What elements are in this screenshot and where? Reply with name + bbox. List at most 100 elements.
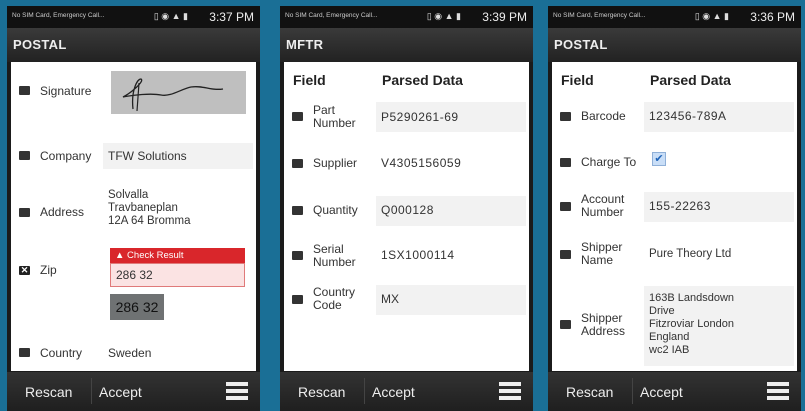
list-item[interactable]: Barcode 123456-789A	[552, 94, 797, 138]
column-header-field: Field	[293, 72, 326, 88]
clock: 3:39 PM	[482, 10, 527, 24]
status-icons: ▯ ◉ ▲ ▮	[694, 11, 729, 21]
phone-screen-postal-parsed: No SIM Card, Emergency Call... ▯ ◉ ▲ ▮ 3…	[548, 6, 801, 411]
phone-screen-mftr: No SIM Card, Emergency Call... ▯ ◉ ▲ ▮ 3…	[280, 6, 533, 411]
screen-title: POSTAL	[554, 37, 608, 52]
field-value: TFW Solutions	[108, 149, 187, 163]
checkbox-icon[interactable]	[19, 348, 30, 357]
field-value: Q000128	[381, 203, 434, 217]
field-label: Signature	[40, 84, 92, 98]
field-label: Shipper Name	[581, 240, 623, 267]
menu-icon[interactable]	[767, 382, 789, 401]
checkbox-icon[interactable]	[292, 251, 303, 260]
field-label: Shipper Address	[581, 311, 626, 338]
checkbox-icon[interactable]	[292, 112, 303, 121]
title-bar: MFTR	[280, 28, 533, 62]
accept-button[interactable]: Accept	[99, 384, 142, 400]
field-list: Field Parsed Data Part Number P5290261-6…	[284, 62, 529, 371]
column-header-parsed: Parsed Data	[650, 72, 731, 88]
field-label: Zip	[40, 263, 57, 277]
carrier-status: No SIM Card, Emergency Call...	[285, 12, 378, 19]
signature-image	[111, 71, 246, 114]
list-item[interactable]: Country Sweden	[11, 338, 256, 371]
carrier-status: No SIM Card, Emergency Call...	[12, 12, 105, 19]
checkbox-icon[interactable]	[560, 158, 571, 167]
divider	[91, 378, 92, 404]
list-item[interactable]: Country Code MX	[284, 277, 529, 323]
list-item[interactable]: Quantity Q000128	[284, 188, 529, 234]
field-label: Serial Number	[313, 242, 356, 269]
list-item[interactable]: Charge To ✔	[552, 140, 797, 182]
field-list: Field Parsed Data Barcode 123456-789A Ch…	[552, 62, 797, 371]
checkbox-icon[interactable]	[19, 151, 30, 160]
list-item[interactable]: Shipper Name Pure Theory Ltd	[552, 232, 797, 278]
status-bar: No SIM Card, Emergency Call... ▯ ◉ ▲ ▮ 3…	[280, 6, 533, 28]
list-item[interactable]: Account Number 155-22263	[552, 184, 797, 230]
field-value: Sweden	[108, 346, 152, 360]
field-label: Part Number	[313, 103, 356, 130]
rescan-button[interactable]: Rescan	[298, 384, 345, 400]
field-value: P5290261-69	[381, 110, 459, 124]
field-value: 286 32	[116, 268, 153, 282]
check-icon[interactable]: ✔	[652, 152, 666, 166]
checkbox-icon[interactable]: ✕	[19, 266, 30, 275]
clock: 3:37 PM	[209, 10, 254, 24]
field-value: MX	[381, 292, 399, 306]
field-label: Account Number	[581, 192, 625, 219]
list-item[interactable]: Address Solvalla Travbaneplan 12A 64 Bro…	[11, 175, 256, 235]
field-value: 1SX1000114	[381, 248, 455, 262]
zip-image-crop: 286 32	[110, 294, 164, 320]
field-list: Signature Company TFW Solutions Address …	[11, 62, 256, 371]
clock: 3:36 PM	[750, 10, 795, 24]
list-item[interactable]: Shipper Address 163B Landsdown Drive Fit…	[552, 282, 797, 368]
phone-screen-postal-signature: No SIM Card, Emergency Call... ▯ ◉ ▲ ▮ 3…	[7, 6, 260, 411]
column-header-field: Field	[561, 72, 594, 88]
checkbox-icon[interactable]	[292, 206, 303, 215]
list-item[interactable]: Serial Number 1SX1000114	[284, 233, 529, 279]
warning-icon: ▲	[115, 250, 125, 261]
screen-title: MFTR	[286, 37, 324, 52]
field-value: V4305156059	[381, 156, 462, 170]
field-label: Supplier	[313, 156, 358, 170]
status-icons: ▯ ◉ ▲ ▮	[153, 11, 188, 21]
carrier-status: No SIM Card, Emergency Call...	[553, 12, 646, 19]
menu-icon[interactable]	[499, 382, 521, 401]
field-value: 155-22263	[649, 199, 711, 213]
field-label: Charge To	[581, 155, 637, 169]
bottom-action-bar: Rescan Accept	[548, 372, 801, 411]
checkbox-icon[interactable]	[560, 250, 571, 259]
checkbox-icon[interactable]	[292, 295, 303, 304]
column-header-parsed: Parsed Data	[382, 72, 463, 88]
list-item[interactable]: Signature	[11, 62, 256, 122]
accept-button[interactable]: Accept	[372, 384, 415, 400]
field-label: Barcode	[581, 109, 626, 123]
status-bar: No SIM Card, Emergency Call... ▯ ◉ ▲ ▮ 3…	[7, 6, 260, 28]
field-label: Company	[40, 149, 92, 163]
field-value: Solvalla Travbaneplan 12A 64 Bromma	[108, 189, 191, 227]
checkbox-icon[interactable]	[292, 159, 303, 168]
zip-input[interactable]: 286 32	[110, 263, 245, 287]
bottom-action-bar: Rescan Accept	[280, 372, 533, 411]
title-bar: POSTAL	[548, 28, 801, 62]
screen-title: POSTAL	[13, 37, 67, 52]
checkbox-icon[interactable]	[19, 86, 30, 95]
field-value: 163B Landsdown Drive Fitzroviar London E…	[649, 292, 735, 356]
field-value: Pure Theory Ltd	[649, 248, 732, 260]
divider	[364, 378, 365, 404]
menu-icon[interactable]	[226, 382, 248, 401]
list-item[interactable]: Part Number P5290261-69	[284, 92, 529, 138]
checkbox-icon[interactable]	[560, 202, 571, 211]
alert-text: Check Result	[127, 250, 184, 261]
checkbox-icon[interactable]	[19, 208, 30, 217]
field-label: Country Code	[313, 285, 356, 312]
rescan-button[interactable]: Rescan	[566, 384, 613, 400]
field-label: Quantity	[313, 203, 358, 217]
checkbox-icon[interactable]	[560, 320, 571, 329]
checkbox-icon[interactable]	[560, 112, 571, 121]
bottom-action-bar: Rescan Accept	[7, 372, 260, 411]
field-label: Country	[40, 346, 83, 360]
accept-button[interactable]: Accept	[640, 384, 683, 400]
list-item[interactable]: Supplier V4305156059	[284, 141, 529, 187]
rescan-button[interactable]: Rescan	[25, 384, 72, 400]
field-label: Address	[40, 205, 85, 219]
